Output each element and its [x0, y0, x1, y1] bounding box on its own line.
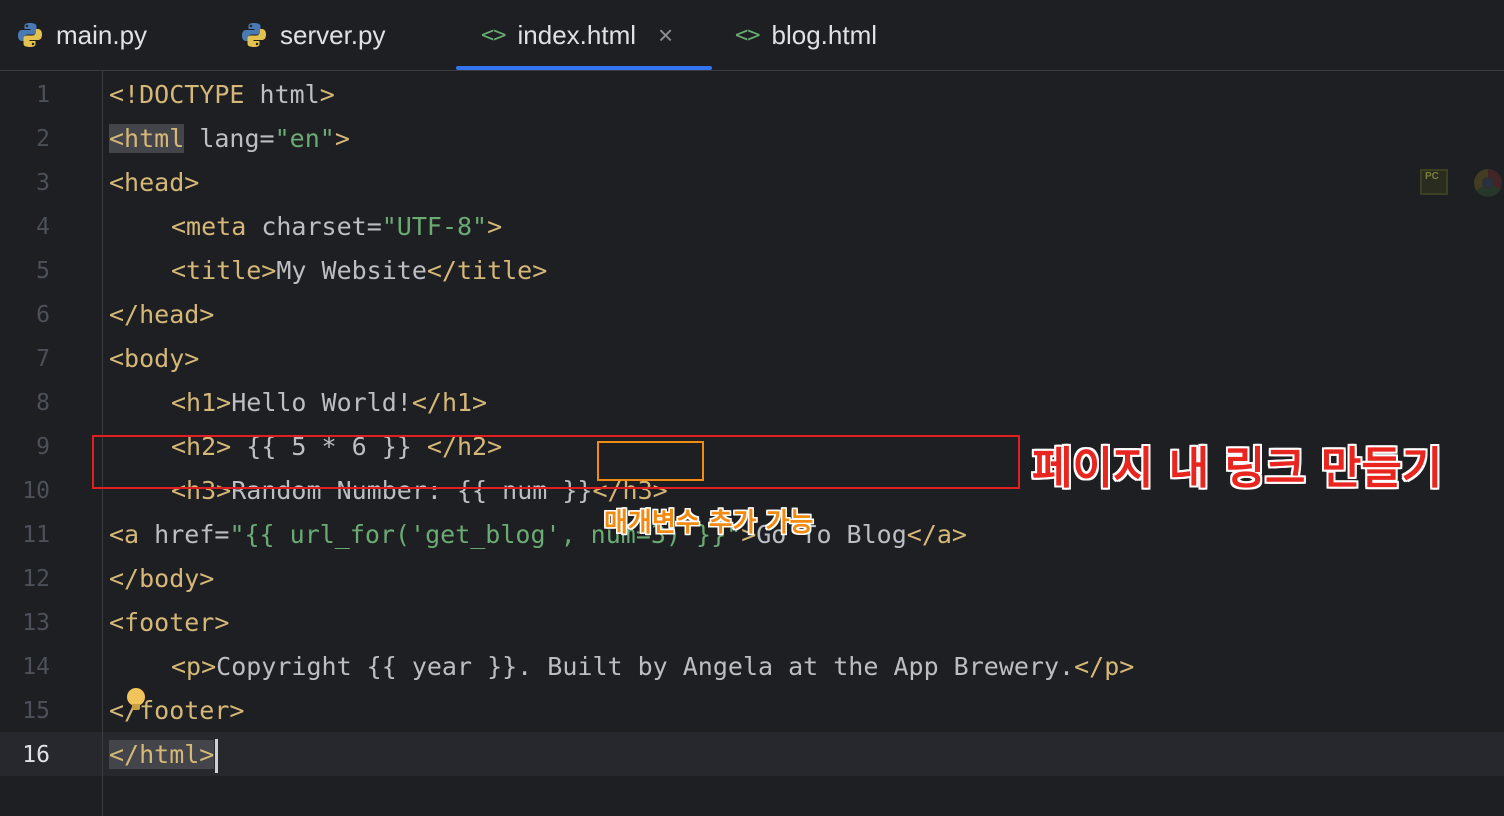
tab-index-html[interactable]: <> index.html × [481, 0, 673, 70]
text-caret [215, 739, 219, 773]
line-number: 8 [36, 390, 50, 416]
code-line: 5 <title>My Website</title> [0, 249, 1504, 293]
code-text: <p>Copyright {{ year }}. Built by Angela… [171, 645, 1134, 689]
token: html [244, 80, 320, 109]
code-text: <html lang="en"> [109, 117, 350, 161]
line-number: 14 [22, 654, 50, 680]
line-number: 11 [22, 522, 50, 548]
token: </p> [1074, 652, 1135, 681]
python-icon [16, 21, 44, 49]
tab-label: index.html [517, 19, 637, 50]
code-line: 1 <!DOCTYPE html> [0, 73, 1504, 117]
lightbulb-icon[interactable] [127, 688, 145, 710]
annotation-subtitle: 매개변수 추가 가능 [604, 508, 814, 538]
code-line: 7 <body> [0, 337, 1504, 381]
code-text: <!DOCTYPE html> [109, 73, 335, 117]
token: = [366, 212, 382, 241]
tab-server-py[interactable]: server.py [240, 0, 386, 70]
token: <title> [171, 256, 277, 285]
pycharm-icon[interactable]: PC [1420, 169, 1448, 195]
token: <!DOCTYPE [109, 80, 245, 109]
html-icon: <> [481, 22, 506, 48]
code-line: 16 </html> [0, 733, 1504, 777]
code-line: 12 </body> [0, 557, 1504, 601]
code-line: 4 <meta charset="UTF-8"> [0, 205, 1504, 249]
line-number: 5 [36, 258, 50, 284]
close-icon[interactable]: × [658, 20, 673, 51]
tab-label: main.py [56, 19, 148, 50]
tab-main-py[interactable]: main.py [16, 0, 147, 70]
token: "UTF-8" [381, 212, 488, 241]
tab-blog-html[interactable]: <> blog.html [735, 0, 877, 70]
code-text: <footer> [109, 608, 230, 637]
code-text: <body> [109, 344, 200, 373]
code-line: 6 </head> [0, 293, 1504, 337]
token: <meta [171, 212, 247, 241]
line-number: 7 [36, 346, 50, 372]
token: </h1> [411, 388, 488, 417]
python-icon [240, 21, 268, 49]
tab-label: blog.html [771, 19, 878, 50]
token: "en" [274, 124, 335, 153]
code-text: <h1>Hello World!</h1> [171, 381, 487, 425]
active-tab-indicator [456, 66, 712, 70]
line-number: 4 [36, 214, 50, 240]
code-text: </body> [109, 564, 215, 593]
token: </a> [906, 520, 967, 549]
token: <h1> [171, 388, 232, 417]
code-line: 2 <html lang="en"> [0, 117, 1504, 161]
token: Hello World! [231, 388, 412, 417]
line-number: 6 [36, 302, 50, 328]
line-number: 2 [36, 126, 50, 152]
token: = [214, 520, 230, 549]
line-number: 9 [36, 434, 50, 460]
chrome-icon[interactable] [1474, 169, 1502, 197]
token: <html [109, 124, 185, 153]
code-text: <meta charset="UTF-8"> [171, 205, 502, 249]
line-number: 3 [36, 170, 50, 196]
line-number: 12 [22, 566, 50, 592]
token: href [139, 520, 215, 549]
annotation-highlight-box [92, 435, 1020, 489]
code-line: 3 <head> [0, 161, 1504, 205]
token: > [334, 124, 350, 153]
code-line: 14 <p>Copyright {{ year }}. Built by Ang… [0, 645, 1504, 689]
token: <a [109, 520, 140, 549]
line-number: 16 [22, 742, 50, 768]
token: charset [246, 212, 367, 241]
token: lang [184, 124, 260, 153]
code-text: <head> [109, 168, 200, 197]
annotation-title: 페이지 내 링크 만들기 [1032, 443, 1443, 494]
html-icon: <> [735, 22, 760, 48]
token: = [259, 124, 275, 153]
editor-tab-bar: main.py server.py <> index.html × <> blo… [0, 0, 1504, 71]
line-number: 10 [22, 478, 50, 504]
token: Copyright {{ year }}. Built by Angela at… [216, 652, 1075, 681]
code-text: <a href="{{ url_for('get_blog', num=3) }… [109, 513, 967, 557]
tab-label: server.py [280, 19, 386, 50]
token: My Website [276, 256, 427, 285]
code-text: </html> [109, 733, 219, 777]
token: </html> [109, 740, 215, 769]
token: <p> [171, 652, 217, 681]
token: > [319, 80, 335, 109]
code-text: </head> [109, 300, 215, 329]
code-line: 13 <footer> [0, 601, 1504, 645]
token: > [487, 212, 503, 241]
line-number: 1 [36, 82, 50, 108]
token: </title> [426, 256, 548, 285]
annotation-param-box [597, 441, 704, 481]
code-text: <title>My Website</title> [171, 249, 547, 293]
code-line: 8 <h1>Hello World!</h1> [0, 381, 1504, 425]
line-number: 13 [22, 610, 50, 636]
code-line: 15 </footer> [0, 689, 1504, 733]
line-number: 15 [22, 698, 50, 724]
